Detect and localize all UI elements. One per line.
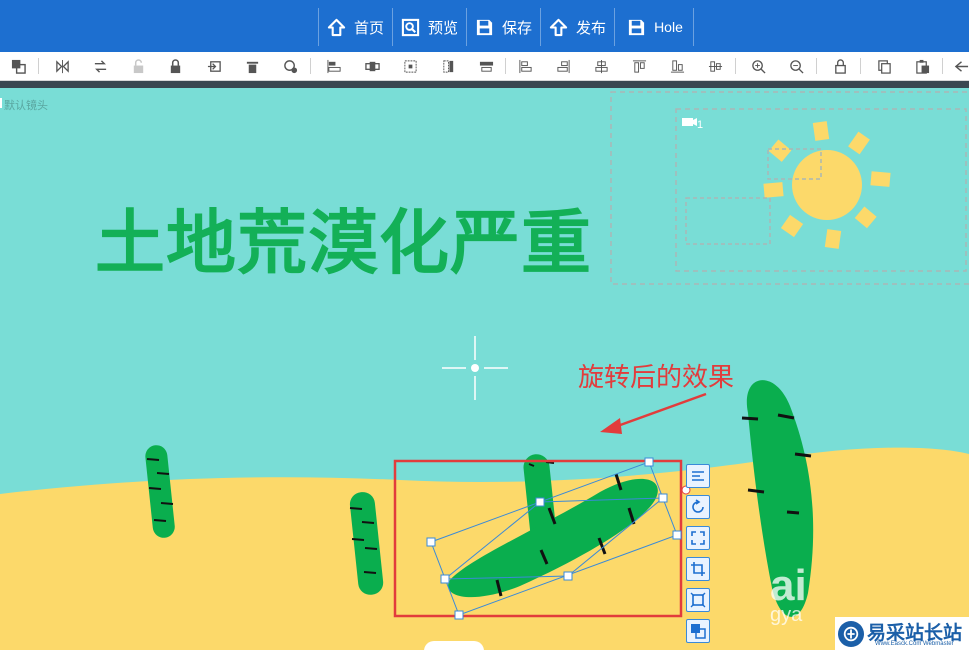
resize-handle[interactable] <box>644 457 654 467</box>
zoom-out-icon[interactable] <box>787 57 805 75</box>
rotate-icon[interactable] <box>686 495 710 519</box>
align-middle-h-icon[interactable] <box>706 57 724 75</box>
align-top-left-icon[interactable] <box>516 57 534 75</box>
home-icon <box>327 18 346 36</box>
crosshair <box>442 336 508 400</box>
align-top-icon[interactable] <box>630 57 648 75</box>
nav-save-button[interactable]: 保存 <box>466 8 540 46</box>
align-middle-icon[interactable] <box>477 57 495 75</box>
sand-ground <box>0 447 969 650</box>
annotation-text: 旋转后的效果 <box>578 363 735 392</box>
save-icon <box>628 19 645 35</box>
preview-icon <box>401 18 420 36</box>
camera-icon <box>682 118 693 126</box>
crop-icon[interactable] <box>686 557 710 581</box>
camera-number: 1 <box>697 119 704 131</box>
align-center-h-icon[interactable] <box>363 57 381 75</box>
floating-toolbar <box>686 464 712 650</box>
nav-home-label: 首页 <box>354 19 385 37</box>
lock-icon[interactable] <box>831 57 849 75</box>
align-bottom-icon[interactable] <box>668 57 686 75</box>
layer-icon[interactable] <box>9 57 27 75</box>
top-nav-bar: 首页 预览 保存 发布 Hole <box>0 0 969 52</box>
nav-preview-button[interactable]: 预览 <box>392 8 466 46</box>
save-icon <box>476 19 493 35</box>
watermark-subtext: gya <box>770 604 803 626</box>
resize-handle[interactable] <box>672 530 682 540</box>
align-left-icon[interactable] <box>325 57 343 75</box>
resize-handle[interactable] <box>535 497 545 507</box>
nav-hole-label: Hole <box>654 19 683 35</box>
editor-toolbar <box>0 52 969 81</box>
nav-preview-label: 预览 <box>428 19 459 37</box>
nav-save-label: 保存 <box>502 19 533 37</box>
unlock-icon[interactable] <box>129 57 147 75</box>
distribute-icon[interactable] <box>401 57 419 75</box>
flip-rotate-icon[interactable] <box>91 57 109 75</box>
fit-icon[interactable] <box>686 588 710 612</box>
back-icon[interactable] <box>952 57 969 75</box>
sun <box>763 121 891 249</box>
resize-handle[interactable] <box>563 571 573 581</box>
resize-handle[interactable] <box>440 574 450 584</box>
resize-handle[interactable] <box>426 537 436 547</box>
publish-icon <box>549 18 568 36</box>
paste-icon[interactable] <box>913 57 931 75</box>
expand-icon[interactable] <box>686 526 710 550</box>
align-distribute-icon[interactable] <box>686 464 710 488</box>
nav-publish-label: 发布 <box>576 19 607 37</box>
lock-icon[interactable] <box>166 57 184 75</box>
export-icon[interactable] <box>205 57 223 75</box>
bottom-collapse-handle[interactable] <box>424 641 484 661</box>
top-nav: 首页 预览 保存 发布 Hole <box>318 8 694 46</box>
camera-label: 默认镜头 <box>0 97 48 113</box>
align-center-icon[interactable] <box>592 57 610 75</box>
flip-icon[interactable] <box>53 57 71 75</box>
align-bottom-left-icon[interactable] <box>554 57 572 75</box>
logo-emblem-icon <box>838 620 864 647</box>
logo-subtitle: Www.Easck.Com Webmaster <box>875 641 954 647</box>
layer-down-icon[interactable] <box>686 619 710 643</box>
nav-home-button[interactable]: 首页 <box>318 8 392 46</box>
editor-canvas[interactable]: 默认镜头 1 土地荒漠化严重 旋转后的效果 ai gya <box>0 88 969 650</box>
scene-artwork <box>0 91 969 650</box>
headline-text[interactable]: 土地荒漠化严重 <box>95 208 592 278</box>
ruler-strip <box>0 81 969 88</box>
nav-hole-button[interactable]: Hole <box>614 8 694 46</box>
camera-frame-outer <box>610 91 969 285</box>
nav-publish-button[interactable]: 发布 <box>540 8 614 46</box>
align-vertical-icon[interactable] <box>439 57 457 75</box>
resize-handle[interactable] <box>454 610 464 620</box>
paint-icon[interactable] <box>281 57 299 75</box>
site-logo: 易采站长站 Www.Easck.Com Webmaster <box>835 617 969 650</box>
delete-icon[interactable] <box>243 57 261 75</box>
copy-icon[interactable] <box>875 57 893 75</box>
resize-handle[interactable] <box>658 493 668 503</box>
zoom-in-icon[interactable] <box>749 57 767 75</box>
